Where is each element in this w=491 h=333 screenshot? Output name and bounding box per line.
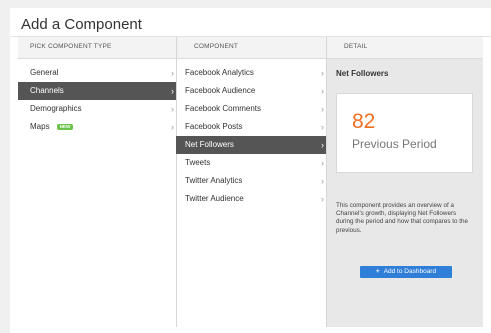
component-item-facebook-analytics[interactable]: Facebook Analytics › <box>176 64 326 82</box>
component-item-label: Twitter Audience <box>185 194 244 203</box>
type-item-label: Maps <box>30 122 50 131</box>
component-item-net-followers[interactable]: Net Followers › <box>176 136 326 154</box>
type-item-maps[interactable]: Maps NEW › <box>18 118 176 136</box>
chevron-right-icon: › <box>321 194 324 204</box>
type-column-header: PICK COMPONENT TYPE <box>30 43 112 50</box>
widget-preview: 82 Previous Period <box>336 93 473 173</box>
type-item-label: General <box>30 68 59 77</box>
chevron-right-icon: › <box>171 122 174 132</box>
chevron-right-icon: › <box>321 122 324 132</box>
chevron-right-icon: › <box>321 86 324 96</box>
add-to-dashboard-label: Add to Dashboard <box>383 268 437 275</box>
chevron-right-icon: › <box>171 86 174 96</box>
component-description: This component provides an overview of a… <box>336 202 468 234</box>
component-item-tweets[interactable]: Tweets › <box>176 154 326 172</box>
plus-icon: + <box>375 268 380 275</box>
detail-title: Net Followers <box>336 69 389 78</box>
detail-column-header: DETAIL <box>344 43 368 50</box>
component-item-facebook-comments[interactable]: Facebook Comments › <box>176 100 326 118</box>
component-item-label: Facebook Audience <box>185 86 256 95</box>
type-item-general[interactable]: General › <box>18 64 176 82</box>
new-badge: NEW <box>56 124 74 130</box>
chevron-right-icon: › <box>321 68 324 78</box>
component-item-label: Facebook Comments <box>185 104 262 113</box>
add-to-dashboard-button[interactable]: + Add to Dashboard <box>360 266 452 278</box>
chevron-right-icon: › <box>321 176 324 186</box>
component-item-label: Net Followers <box>185 140 234 149</box>
chevron-right-icon: › <box>321 104 324 114</box>
widget-value: 82 <box>352 110 376 133</box>
chevron-right-icon: › <box>321 158 324 168</box>
type-item-label: Demographics <box>30 104 82 113</box>
widget-caption: Previous Period <box>352 137 437 151</box>
component-item-label: Twitter Analytics <box>185 176 243 185</box>
chevron-right-icon: › <box>171 68 174 78</box>
chevron-right-icon: › <box>321 140 324 150</box>
component-column-header: COMPONENT <box>194 43 239 50</box>
type-item-channels[interactable]: Channels › <box>18 82 176 100</box>
chevron-right-icon: › <box>171 104 174 114</box>
component-item-label: Facebook Posts <box>185 122 243 131</box>
component-item-label: Tweets <box>185 158 211 167</box>
column-header-row: PICK COMPONENT TYPE COMPONENT DETAIL <box>18 37 483 59</box>
component-type-list: General › Channels › Demographics › Maps… <box>18 64 176 136</box>
component-item-twitter-audience[interactable]: Twitter Audience › <box>176 190 326 208</box>
component-item-label: Facebook Analytics <box>185 68 254 77</box>
type-item-demographics[interactable]: Demographics › <box>18 100 176 118</box>
dialog-title: Add a Component <box>21 16 142 33</box>
component-item-facebook-posts[interactable]: Facebook Posts › <box>176 118 326 136</box>
component-item-twitter-analytics[interactable]: Twitter Analytics › <box>176 172 326 190</box>
type-item-label: Channels <box>30 86 64 95</box>
component-list: Facebook Analytics › Facebook Audience ›… <box>176 64 326 208</box>
detail-panel: Net Followers 82 Previous Period This co… <box>327 59 483 327</box>
component-item-facebook-audience[interactable]: Facebook Audience › <box>176 82 326 100</box>
add-component-dialog: Add a Component PICK COMPONENT TYPE COMP… <box>10 8 491 333</box>
